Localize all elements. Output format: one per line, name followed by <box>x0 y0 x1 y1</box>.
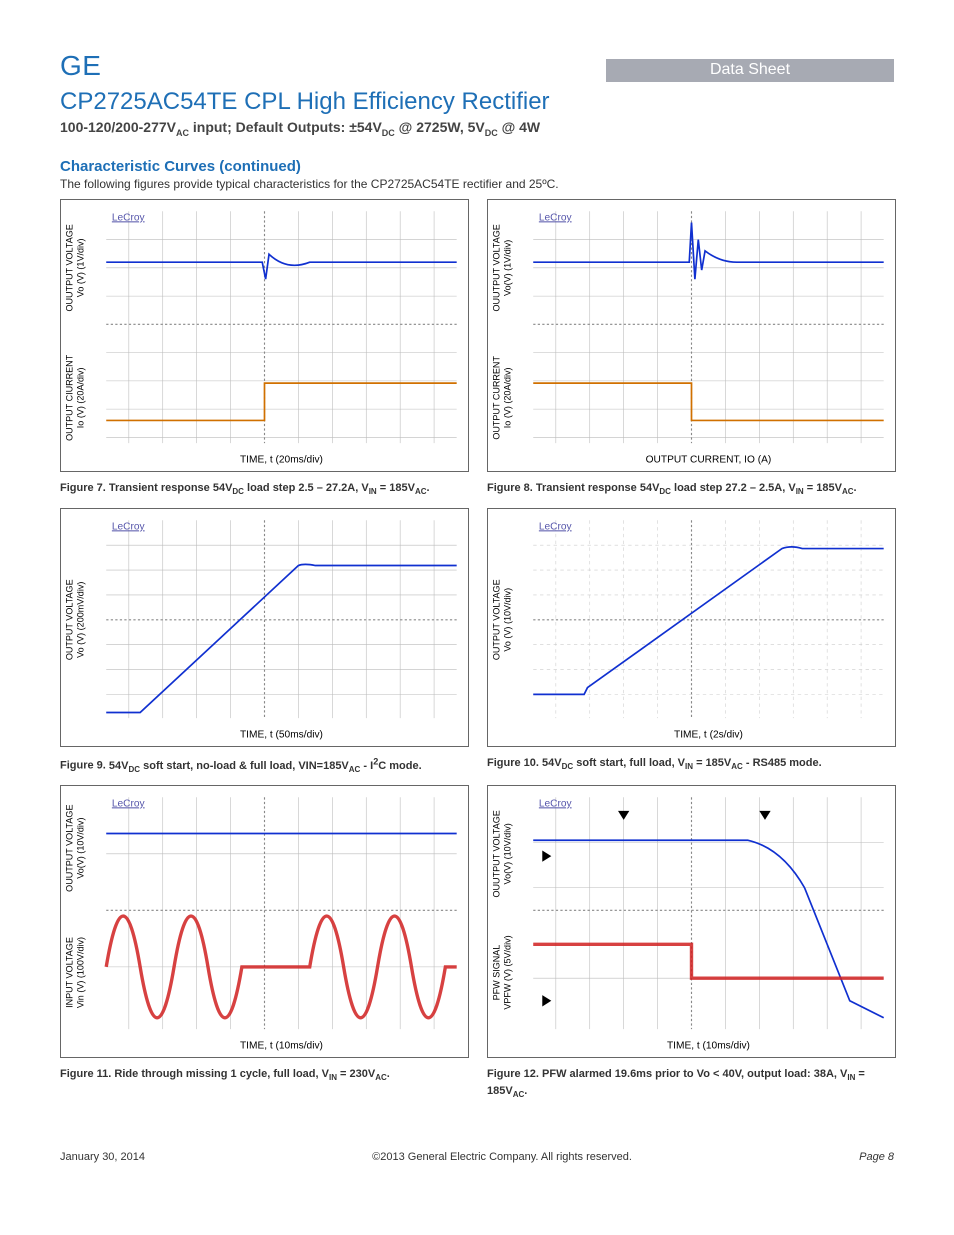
scope-fig9: LeCroy OUTPUT VOLTAGE Vo (V) (200mV/div)… <box>60 508 469 747</box>
caption-8: Figure 8. Transient response 54VDC load … <box>487 481 894 498</box>
svg-text:LeCroy: LeCroy <box>539 212 573 223</box>
svg-text:Vo (V) (200mV/div): Vo (V) (200mV/div) <box>76 581 86 657</box>
caption-10: Figure 10. 54VDC soft start, full load, … <box>487 756 894 773</box>
scope-fig11: LeCroy OUUTPUT VOLTAGE Vo(V) (10V/div) I… <box>60 785 469 1058</box>
footer-date: January 30, 2014 <box>60 1151 145 1163</box>
svg-text:LeCroy: LeCroy <box>539 521 573 532</box>
scope-fig8: LeCroy OUUTPUT VOLTAGE Vo(V) (1V/div) OU… <box>487 199 896 472</box>
svg-text:Vo(V) (10V/div): Vo(V) (10V/div) <box>503 823 513 884</box>
svg-text:TIME, t (20ms/div): TIME, t (20ms/div) <box>240 454 323 465</box>
svg-text:LeCroy: LeCroy <box>112 212 146 223</box>
svg-text:TIME, t (50ms/div): TIME, t (50ms/div) <box>240 729 323 740</box>
svg-text:LeCroy: LeCroy <box>112 798 146 809</box>
svg-text:TIME, t (10ms/div): TIME, t (10ms/div) <box>667 1040 750 1051</box>
svg-text:Vo(V) (1V/div): Vo(V) (1V/div) <box>503 239 513 295</box>
svg-text:OUUTPUT VOLTAGE: OUUTPUT VOLTAGE <box>64 805 74 892</box>
footer-page: Page 8 <box>859 1151 894 1163</box>
svg-text:OUUTPUT VOLTAGE: OUUTPUT VOLTAGE <box>64 224 74 311</box>
svg-text:Io (V) (20A/div): Io (V) (20A/div) <box>76 367 86 428</box>
figure-10: LeCroy OUTPUT VOLTAGE Vo (V) (10V/div) T… <box>487 508 894 780</box>
scope-fig12: LeCroy OUUTPUT VOLTAGE Vo(V) (10V/div) P… <box>487 785 896 1058</box>
svg-text:OUTPUT VOLTAGE: OUTPUT VOLTAGE <box>491 579 501 660</box>
svg-text:Io (V) (20A/div): Io (V) (20A/div) <box>503 367 513 428</box>
page-subtitle: 100-120/200-277VAC input; Default Output… <box>60 119 894 138</box>
ge-logo: GE <box>60 50 101 82</box>
svg-text:TIME, t (10ms/div): TIME, t (10ms/div) <box>240 1040 323 1051</box>
caption-9: Figure 9. 54VDC soft start, no-load & fu… <box>60 756 467 775</box>
svg-text:OUTPUT VOLTAGE: OUTPUT VOLTAGE <box>64 579 74 660</box>
svg-text:Vin (V) (100V/div): Vin (V) (100V/div) <box>76 937 86 1008</box>
doc-type-badge: Data Sheet <box>606 59 894 82</box>
svg-text:OUUTPUT VOLTAGE: OUUTPUT VOLTAGE <box>491 224 501 311</box>
svg-text:INPUT VOLTAGE: INPUT VOLTAGE <box>64 937 74 1008</box>
caption-7: Figure 7. Transient response 54VDC load … <box>60 481 467 498</box>
svg-text:OUUTPUT VOLTAGE: OUUTPUT VOLTAGE <box>491 810 501 897</box>
top-bar: GE Data Sheet <box>60 50 894 82</box>
figure-8: LeCroy OUUTPUT VOLTAGE Vo(V) (1V/div) OU… <box>487 199 894 502</box>
svg-text:LeCroy: LeCroy <box>539 798 573 809</box>
caption-12: Figure 12. PFW alarmed 19.6ms prior to V… <box>487 1067 894 1100</box>
page-title: CP2725AC54TE CPL High Efficiency Rectifi… <box>60 88 894 117</box>
scope-fig7: LeCroy OUUTPUT VOLTAGE Vo (V) (1V/div) O… <box>60 199 469 472</box>
svg-text:OUTPUT CURRENT: OUTPUT CURRENT <box>491 355 501 439</box>
page: GE Data Sheet CP2725AC54TE CPL High Effi… <box>0 0 954 1203</box>
section-intro: The following figures provide typical ch… <box>60 177 894 191</box>
svg-text:Vo (V) (1V/div): Vo (V) (1V/div) <box>76 238 86 297</box>
svg-text:OUTPUT CIURRENT: OUTPUT CIURRENT <box>64 354 74 441</box>
svg-text:TIME, t (2s/div): TIME, t (2s/div) <box>674 729 743 740</box>
figure-12: LeCroy OUUTPUT VOLTAGE Vo(V) (10V/div) P… <box>487 785 894 1104</box>
svg-text:VPFW (V) (5V/div): VPFW (V) (5V/div) <box>503 936 513 1010</box>
caption-11: Figure 11. Ride through missing 1 cycle,… <box>60 1067 467 1084</box>
svg-text:Vo (V) (10V/div): Vo (V) (10V/div) <box>503 587 513 651</box>
svg-text:PFW SIGNAL: PFW SIGNAL <box>491 945 501 1001</box>
svg-text:LeCroy: LeCroy <box>112 521 146 532</box>
svg-text:Vo(V) (10V/div): Vo(V) (10V/div) <box>76 818 86 879</box>
svg-text:OUTPUT CURRENT, IO (A): OUTPUT CURRENT, IO (A) <box>646 454 772 465</box>
footer-copyright: ©2013 General Electric Company. All righ… <box>372 1151 632 1163</box>
figure-7: LeCroy OUUTPUT VOLTAGE Vo (V) (1V/div) O… <box>60 199 467 502</box>
section-heading: Characteristic Curves (continued) <box>60 158 894 175</box>
footer: January 30, 2014 ©2013 General Electric … <box>60 1151 894 1163</box>
figure-11: LeCroy OUUTPUT VOLTAGE Vo(V) (10V/div) I… <box>60 785 467 1104</box>
figure-grid: LeCroy OUUTPUT VOLTAGE Vo (V) (1V/div) O… <box>60 199 894 1105</box>
figure-9: LeCroy OUTPUT VOLTAGE Vo (V) (200mV/div)… <box>60 508 467 780</box>
scope-fig10: LeCroy OUTPUT VOLTAGE Vo (V) (10V/div) T… <box>487 508 896 747</box>
